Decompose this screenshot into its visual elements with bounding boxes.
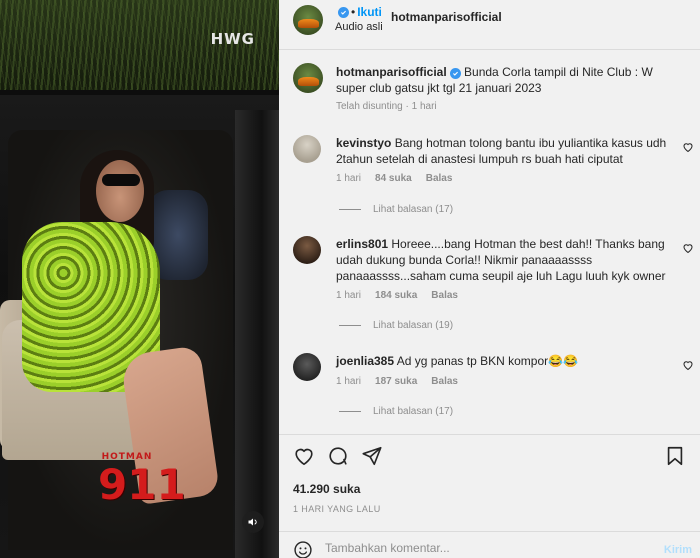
- edited-label: Telah disunting: [336, 101, 403, 112]
- post-actions: 41.290 suka 1 HARI YANG LALU Kirim: [279, 434, 700, 558]
- like-comment-heart-icon[interactable]: [682, 359, 694, 371]
- post-date: 1 HARI YANG LALU: [293, 504, 381, 514]
- speaker-icon: [248, 518, 257, 526]
- like-comment-heart-icon[interactable]: [682, 141, 694, 153]
- replies-divider: [339, 325, 361, 326]
- replies-divider: [339, 411, 361, 412]
- view-replies-label: Lihat balasan (17): [373, 406, 454, 417]
- caption-meta: Telah disunting · 1 hari: [336, 101, 437, 112]
- separator-dot: •: [351, 5, 356, 19]
- reel-video[interactable]: HWG HOTMAN 911: [0, 0, 279, 558]
- reply-button[interactable]: Balas: [431, 376, 458, 387]
- add-comment-bar: Kirim: [279, 531, 700, 558]
- comment-likes[interactable]: 84 suka: [375, 173, 412, 184]
- author-avatar[interactable]: [293, 5, 323, 35]
- caption-text: hotmanparisofficial Bunda Corla tampil d…: [336, 64, 686, 96]
- commenter-username[interactable]: erlins801: [336, 237, 388, 251]
- reply-button[interactable]: Balas: [431, 290, 458, 301]
- post-header: hotmanparisofficial • Ikuti Audio asli: [279, 0, 700, 50]
- view-replies-button[interactable]: Lihat balasan (19): [339, 320, 453, 331]
- car-door-frame: [235, 110, 279, 558]
- commenter-avatar[interactable]: [293, 236, 321, 264]
- comment-input[interactable]: [325, 537, 625, 558]
- view-replies-label: Lihat balasan (17): [373, 204, 454, 215]
- comment-text: kevinstyo Bang hotman tolong bantu ibu y…: [336, 135, 671, 167]
- follow-button[interactable]: Ikuti: [357, 5, 382, 19]
- commenter-avatar[interactable]: [293, 135, 321, 163]
- comment-meta: 1 hari 187 suka Balas: [336, 376, 458, 387]
- commenter-username[interactable]: kevinstyo: [336, 136, 391, 150]
- verified-badge-icon: [449, 68, 461, 79]
- comment-time: 1 hari: [336, 290, 362, 301]
- share-send-icon[interactable]: [361, 445, 383, 467]
- comment-body: Ad yg panas tp BKN kompor😂😂: [396, 354, 578, 368]
- video-watermark: HWG: [210, 30, 255, 48]
- comment-time: 1 hari: [336, 173, 362, 184]
- person-head: [96, 160, 144, 222]
- caption-time: 1 hari: [411, 101, 437, 112]
- view-replies-button[interactable]: Lihat balasan (17): [339, 406, 453, 417]
- like-heart-icon[interactable]: [293, 445, 315, 467]
- comment-meta: 1 hari 184 suka Balas: [336, 290, 458, 301]
- post-details-panel: hotmanparisofficial • Ikuti Audio asli h…: [279, 0, 700, 558]
- save-bookmark-icon[interactable]: [664, 445, 686, 467]
- comment-time: 1 hari: [336, 376, 362, 387]
- reply-button[interactable]: Balas: [426, 173, 453, 184]
- mute-toggle-button[interactable]: [242, 511, 264, 533]
- comment-meta: 1 hari 84 suka Balas: [336, 173, 452, 184]
- post-comment-button[interactable]: Kirim: [664, 544, 692, 556]
- caption-username[interactable]: hotmanparisofficial: [336, 65, 447, 79]
- replies-divider: [339, 209, 361, 210]
- action-icons: [293, 445, 383, 467]
- comment-likes[interactable]: 184 suka: [375, 290, 417, 301]
- author-username[interactable]: hotmanparisofficial: [391, 10, 502, 24]
- caption-avatar[interactable]: [293, 63, 323, 93]
- commenter-username[interactable]: joenlia385: [336, 354, 394, 368]
- show-logo: HOTMAN 911: [98, 452, 186, 524]
- comment-bubble-icon[interactable]: [327, 445, 349, 467]
- view-replies-button[interactable]: Lihat balasan (17): [339, 204, 453, 215]
- comment-text: joenlia385 Ad yg panas tp BKN kompor😂😂: [336, 353, 671, 369]
- verified-badge-icon: [338, 6, 349, 18]
- comment-text: erlins801 Horeee....bang Hotman the best…: [336, 236, 671, 284]
- sunglasses: [102, 174, 140, 186]
- meta-separator: ·: [405, 101, 409, 112]
- comment-likes[interactable]: 187 suka: [375, 376, 417, 387]
- like-count[interactable]: 41.290 suka: [293, 482, 360, 496]
- view-replies-label: Lihat balasan (19): [373, 320, 454, 331]
- show-logo-main: 911: [98, 460, 186, 509]
- commenter-avatar[interactable]: [293, 353, 321, 381]
- audio-link[interactable]: Audio asli: [335, 21, 383, 33]
- emoji-icon[interactable]: [293, 540, 313, 558]
- like-comment-heart-icon[interactable]: [682, 242, 694, 254]
